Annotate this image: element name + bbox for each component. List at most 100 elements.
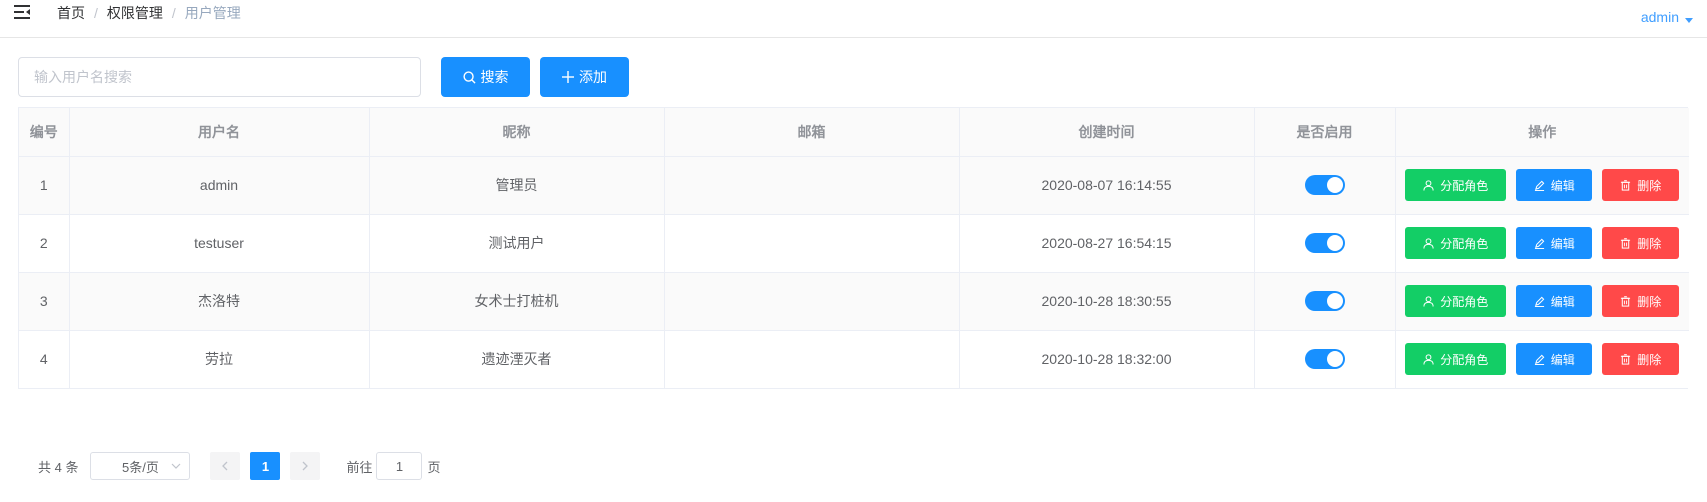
- breadcrumb: 首页 / 权限管理 / 用户管理: [57, 4, 241, 22]
- user-icon: [1423, 295, 1434, 307]
- breadcrumb-separator: /: [171, 5, 176, 21]
- plus-icon: [562, 71, 574, 83]
- column-header-id: 编号: [19, 108, 70, 157]
- edit-icon: [1534, 238, 1545, 249]
- user-dropdown[interactable]: admin: [1641, 9, 1693, 25]
- delete-button[interactable]: 删除: [1602, 285, 1680, 317]
- column-header-actions: 操作: [1395, 108, 1689, 157]
- delete-button[interactable]: 删除: [1602, 169, 1680, 201]
- edit-button[interactable]: 编辑: [1516, 343, 1593, 376]
- search-button-label: 搜索: [480, 69, 509, 85]
- cell-username: 杰洛特: [69, 272, 370, 331]
- username-label: admin: [1640, 9, 1679, 25]
- breadcrumb-home[interactable]: 首页: [57, 3, 85, 23]
- cell-actions: 分配角色 编辑 删除: [1395, 214, 1689, 273]
- cell-username: 劳拉: [69, 330, 370, 388]
- user-table: 编号 用户名 昵称 邮箱 创建时间 是否启用 操作 1 admin 管理员 20…: [18, 107, 1689, 389]
- cell-nickname: 管理员: [369, 156, 665, 215]
- delete-label: 删除: [1637, 236, 1662, 251]
- trash-icon: [1621, 353, 1631, 365]
- add-button-label: 添加: [579, 69, 607, 85]
- cell-email: [664, 214, 960, 273]
- page-size-select[interactable]: 5条/页: [90, 452, 191, 480]
- page-number-1[interactable]: 1: [250, 452, 281, 480]
- toggle-knob: [1326, 177, 1343, 193]
- column-header-email: 邮箱: [664, 108, 960, 157]
- assign-role-button[interactable]: 分配角色: [1405, 169, 1507, 201]
- cell-created: 2020-08-27 16:54:15: [959, 214, 1255, 273]
- menu-fold-icon[interactable]: [14, 4, 32, 20]
- assign-role-button[interactable]: 分配角色: [1405, 227, 1507, 259]
- enabled-toggle[interactable]: [1304, 233, 1345, 253]
- assign-role-label: 分配角色: [1440, 352, 1489, 367]
- cell-created: 2020-10-28 18:32:00: [959, 330, 1255, 388]
- table-row: 2 testuser 测试用户 2020-08-27 16:54:15 分配角色: [19, 214, 1689, 273]
- cell-email: [664, 156, 960, 215]
- cell-enabled: [1254, 214, 1396, 273]
- toggle-knob: [1326, 351, 1343, 368]
- edit-label: 编辑: [1550, 178, 1575, 193]
- assign-role-button[interactable]: 分配角色: [1405, 343, 1507, 376]
- cell-created: 2020-10-28 18:30:55: [959, 272, 1255, 331]
- next-page-button[interactable]: [290, 452, 321, 480]
- table-row: 1 admin 管理员 2020-08-07 16:14:55 分配角色 编辑 …: [19, 156, 1689, 215]
- enabled-toggle[interactable]: [1304, 349, 1345, 370]
- top-header: 首页 / 权限管理 / 用户管理 admin: [0, 0, 1707, 38]
- delete-button[interactable]: 删除: [1602, 343, 1680, 376]
- table-row: 4 劳拉 遗迹湮灭者 2020-10-28 18:32:00 分配角色 编辑 删…: [19, 330, 1689, 388]
- edit-button[interactable]: 编辑: [1516, 169, 1593, 201]
- cell-id: 3: [19, 272, 70, 331]
- edit-label: 编辑: [1550, 294, 1575, 309]
- delete-button[interactable]: 删除: [1602, 227, 1680, 259]
- toggle-knob: [1326, 235, 1343, 251]
- pagination-total: 共 4 条: [38, 459, 79, 475]
- delete-label: 删除: [1637, 294, 1662, 309]
- enabled-toggle[interactable]: [1304, 291, 1345, 311]
- prev-page-button[interactable]: [210, 452, 241, 480]
- cell-username: testuser: [69, 214, 370, 273]
- goto-suffix: 页: [427, 459, 441, 475]
- enabled-toggle[interactable]: [1304, 175, 1345, 195]
- edit-icon: [1534, 354, 1545, 365]
- cell-email: [664, 272, 960, 331]
- table-row: 3 杰洛特 女术士打桩机 2020-10-28 18:30:55 分配角色 编辑…: [19, 272, 1689, 331]
- search-button[interactable]: 搜索: [441, 57, 530, 97]
- page-size-value: 5条/页: [122, 459, 159, 475]
- column-header-username: 用户名: [69, 108, 370, 157]
- trash-icon: [1621, 179, 1631, 191]
- user-icon: [1423, 237, 1434, 249]
- cell-nickname: 遗迹湮灭者: [369, 330, 665, 388]
- assign-role-label: 分配角色: [1440, 178, 1489, 193]
- add-user-button[interactable]: 添加: [540, 57, 629, 97]
- edit-button[interactable]: 编辑: [1516, 227, 1593, 259]
- breadcrumb-separator: /: [94, 5, 98, 21]
- cell-email: [664, 330, 960, 388]
- edit-icon: [1534, 296, 1545, 307]
- pagination: 共 4 条 5条/页 1 前往 页: [38, 452, 441, 480]
- cell-enabled: [1254, 272, 1396, 331]
- cell-enabled: [1254, 330, 1396, 388]
- assign-role-label: 分配角色: [1440, 294, 1489, 309]
- cell-id: 2: [19, 214, 70, 273]
- assign-role-button[interactable]: 分配角色: [1405, 285, 1507, 317]
- edit-label: 编辑: [1550, 352, 1575, 367]
- edit-icon: [1534, 180, 1545, 191]
- breadcrumb-current: 用户管理: [184, 5, 241, 21]
- chevron-right-icon: [303, 461, 309, 471]
- caret-down-icon: [1685, 17, 1693, 23]
- edit-label: 编辑: [1550, 236, 1575, 251]
- cell-actions: 分配角色 编辑 删除: [1395, 272, 1689, 331]
- trash-icon: [1621, 295, 1631, 307]
- cell-nickname: 女术士打桩机: [369, 272, 665, 331]
- goto-prefix: 前往: [346, 459, 373, 475]
- column-header-enabled: 是否启用: [1254, 108, 1396, 157]
- user-icon: [1423, 179, 1434, 191]
- search-input[interactable]: [18, 57, 421, 97]
- edit-button[interactable]: 编辑: [1516, 285, 1593, 317]
- cell-created: 2020-08-07 16:14:55: [959, 156, 1255, 215]
- breadcrumb-permission[interactable]: 权限管理: [107, 3, 163, 23]
- column-header-created: 创建时间: [959, 108, 1255, 157]
- cell-actions: 分配角色 编辑 删除: [1395, 330, 1689, 388]
- chevron-down-icon: [172, 463, 181, 469]
- goto-page-input[interactable]: [376, 452, 423, 480]
